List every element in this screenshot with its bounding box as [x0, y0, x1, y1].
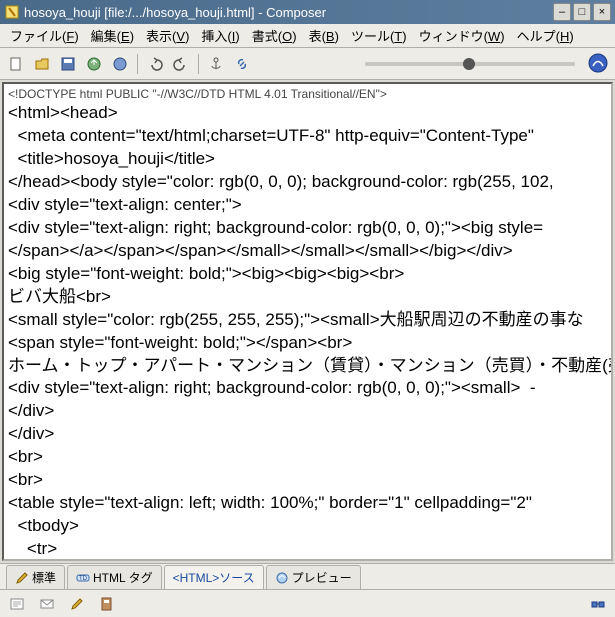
source-editor[interactable]: <!DOCTYPE html PUBLIC "-//W3C//DTD HTML …: [2, 82, 613, 561]
code-line: <meta content="text/html;charset=UTF-8" …: [8, 125, 607, 148]
tab-label: プレビュー: [292, 569, 352, 586]
app-logo-icon: [587, 52, 609, 74]
menu-format[interactable]: 書式(O): [246, 24, 303, 47]
code-line: <span style="font-weight: bold;"></span>…: [8, 332, 607, 355]
anchor-button[interactable]: [204, 52, 228, 76]
toolbar-separator: [137, 54, 138, 74]
status-compose-icon[interactable]: [6, 593, 28, 615]
minimize-button[interactable]: –: [553, 3, 571, 21]
code-line: <table style="text-align: left; width: 1…: [8, 492, 607, 515]
status-edit-icon[interactable]: [66, 593, 88, 615]
statusbar: [0, 589, 615, 617]
open-button[interactable]: [30, 52, 54, 76]
menu-insert[interactable]: 挿入(I): [195, 24, 245, 47]
code-line: ホーム・トップ・アパート・マンション（賃貸）・マンション（売買）・不動産(売: [8, 355, 607, 378]
app-icon: [4, 4, 20, 20]
bottom-tabs: 標準 TD HTML タグ <HTML>ソース プレビュー: [0, 563, 615, 589]
pencil-icon: [15, 571, 29, 585]
tab-htmltags[interactable]: TD HTML タグ: [67, 565, 162, 589]
link-button[interactable]: [230, 52, 254, 76]
code-line: <div style="text-align: center;">: [8, 194, 607, 217]
code-line: </div>: [8, 423, 607, 446]
save-button[interactable]: [56, 52, 80, 76]
titlebar: hosoya_houji [file:/.../hosoya_houji.htm…: [0, 0, 615, 24]
menu-view[interactable]: 表示(V): [140, 24, 195, 47]
code-line: ビバ大船<br>: [8, 286, 607, 309]
status-online-icon[interactable]: [587, 593, 609, 615]
preview-icon: [275, 571, 289, 585]
code-line: </span></a></span></span></small></small…: [8, 240, 607, 263]
code-line: </div>: [8, 400, 607, 423]
menu-tools[interactable]: ツール(T): [345, 24, 413, 47]
code-line: <big style="font-weight: bold;"><big><bi…: [8, 263, 607, 286]
redo-button[interactable]: [169, 52, 193, 76]
code-line: </head><body style="color: rgb(0, 0, 0);…: [8, 171, 607, 194]
menubar: ファイル(F) 編集(E) 表示(V) 挿入(I) 書式(O) 表(B) ツール…: [0, 24, 615, 48]
code-line: <div style="text-align: right; backgroun…: [8, 377, 607, 400]
menu-edit[interactable]: 編集(E): [85, 24, 140, 47]
code-line: <br>: [8, 469, 607, 492]
code-line: <html><head>: [8, 102, 607, 125]
undo-button[interactable]: [143, 52, 167, 76]
menu-window[interactable]: ウィンドウ(W): [413, 24, 511, 47]
doctype-line: <!DOCTYPE html PUBLIC "-//W3C//DTD HTML …: [8, 86, 607, 102]
status-mail-icon[interactable]: [36, 593, 58, 615]
menu-help[interactable]: ヘルプ(H): [511, 24, 580, 47]
toolbar: [0, 48, 615, 80]
maximize-button[interactable]: □: [573, 3, 591, 21]
code-line: <title>hosoya_houji</title>: [8, 148, 607, 171]
window-title: hosoya_houji [file:/.../hosoya_houji.htm…: [24, 5, 551, 20]
menu-table[interactable]: 表(B): [303, 24, 345, 47]
status-addressbook-icon[interactable]: [96, 593, 118, 615]
code-line: <tr>: [8, 538, 607, 561]
publish-button[interactable]: [82, 52, 106, 76]
tab-label: 標準: [32, 569, 56, 586]
new-button[interactable]: [4, 52, 28, 76]
toolbar-separator-2: [198, 54, 199, 74]
tag-icon: TD: [76, 571, 90, 585]
code-line: <tbody>: [8, 515, 607, 538]
browse-button[interactable]: [108, 52, 132, 76]
tab-label: HTML タグ: [93, 569, 153, 586]
tab-label: <HTML>ソース: [173, 569, 255, 586]
tab-source[interactable]: <HTML>ソース: [164, 565, 264, 589]
close-button[interactable]: ×: [593, 3, 611, 21]
menu-file[interactable]: ファイル(F): [4, 24, 85, 47]
svg-text:TD: TD: [79, 576, 88, 582]
tab-preview[interactable]: プレビュー: [266, 565, 361, 589]
code-line: <br>: [8, 446, 607, 469]
code-line: <div style="text-align: right; backgroun…: [8, 217, 607, 240]
code-line: <small style="color: rgb(255, 255, 255);…: [8, 309, 607, 332]
tab-normal[interactable]: 標準: [6, 565, 65, 589]
slider-thumb[interactable]: [463, 58, 475, 70]
